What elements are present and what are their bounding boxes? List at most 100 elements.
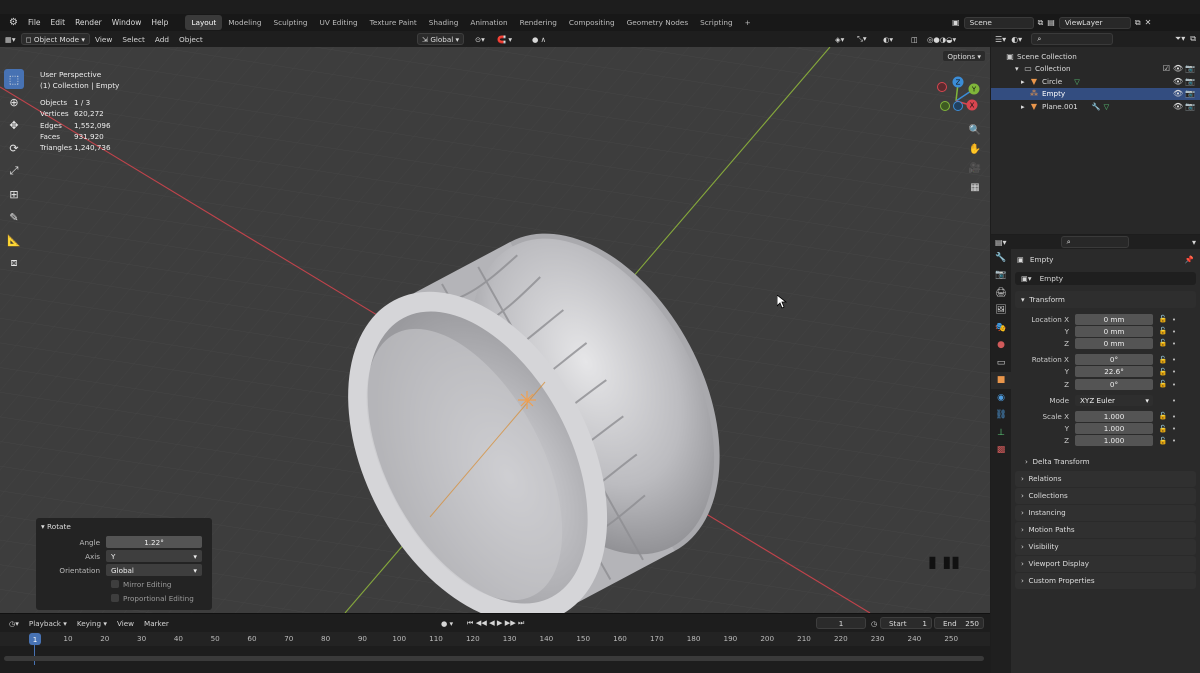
tab-compositing[interactable]: Compositing — [563, 15, 621, 30]
start-frame-field[interactable]: Start 1 — [880, 617, 932, 629]
playback-controls[interactable]: ⏮ ◀◀ ◀ ▶ ▶▶ ⏭ — [462, 618, 530, 628]
scene-field[interactable]: Scene — [963, 16, 1034, 29]
tab-geometry-nodes[interactable]: Geometry Nodes — [621, 15, 695, 30]
scale-z-field[interactable]: 1.000 — [1075, 435, 1153, 447]
rotation-x-field[interactable]: 0° — [1075, 354, 1153, 366]
tab-animation[interactable]: Animation — [464, 15, 513, 30]
keyframe-dot-icon[interactable]: • — [1170, 396, 1178, 405]
lock-icon[interactable]: 🔓 — [1156, 315, 1170, 323]
mesh-data-icon[interactable]: ▽ — [1104, 102, 1110, 111]
scene-collection-row[interactable]: ▣ Scene Collection — [991, 50, 1200, 63]
expand-icon[interactable]: ▾ — [1015, 64, 1023, 73]
location-z-field[interactable]: 0 mm — [1075, 337, 1153, 349]
measure-tool-icon[interactable]: 📐 — [4, 230, 24, 250]
outliner-item[interactable]: ⁂ Empty 👁 📷 — [991, 87, 1200, 100]
keyframe-dot-icon[interactable]: • — [1170, 367, 1178, 376]
tab-shading[interactable]: Shading — [423, 15, 465, 30]
select-box-tool-icon[interactable]: ⬚ — [4, 69, 24, 89]
object-name-field[interactable]: ▣▾ Empty — [1015, 272, 1196, 285]
tab-texture-paint[interactable]: Texture Paint — [364, 15, 423, 30]
rotation-y-field[interactable]: 22.6° — [1075, 366, 1153, 378]
zoom-icon[interactable]: 🔍 — [966, 121, 984, 139]
xray-icon[interactable]: ◫ — [906, 35, 923, 44]
scene-icon[interactable]: ▣ — [952, 18, 960, 27]
snap-icon[interactable]: 🧲 ▾ — [492, 35, 517, 44]
options-dropdown[interactable]: Options ▾ — [942, 50, 986, 62]
proportional-editing-checkbox[interactable]: Proportional Editing — [36, 591, 212, 605]
filter-icon[interactable]: ⏷▾ — [1175, 34, 1185, 44]
render-tab-icon[interactable]: 📷 — [991, 267, 1011, 285]
tab-uv-editing[interactable]: UV Editing — [314, 15, 364, 30]
pivot-icon[interactable]: ⊙▾ — [470, 35, 490, 44]
pin-icon[interactable]: 📌 — [1185, 255, 1200, 264]
lock-icon[interactable]: 🔓 — [1156, 368, 1170, 376]
outliner-item[interactable]: ▸ ▼ Circle ▽ 👁 📷 — [991, 75, 1200, 88]
lock-icon[interactable]: 🔓 — [1156, 437, 1170, 445]
properties-options-icon[interactable]: ▾ — [1192, 238, 1196, 247]
cursor-tool-icon[interactable]: ⊕ — [4, 92, 24, 112]
axis-dropdown[interactable]: Y ▾ — [106, 550, 202, 562]
end-frame-field[interactable]: End 250 — [934, 617, 984, 629]
keyframe-dot-icon[interactable]: • — [1170, 412, 1178, 421]
timeline-editor-type-icon[interactable]: ◷▾ — [4, 619, 24, 628]
current-frame-marker[interactable]: 1 — [29, 633, 41, 645]
gizmo-toggle-icon[interactable]: ⤡▾ — [852, 34, 872, 44]
camera-icon[interactable]: 📷 — [1185, 64, 1195, 73]
outliner-item[interactable]: ▸ ▼ Plane.001 🔧 ▽ 👁 📷 — [991, 100, 1200, 113]
eye-icon[interactable]: 👁 — [1173, 102, 1183, 111]
orientation-dropdown[interactable]: ⇲ Global ▾ — [417, 33, 465, 45]
keyframe-dot-icon[interactable]: • — [1170, 339, 1178, 348]
menu-window[interactable]: Window — [107, 18, 147, 27]
eye-icon[interactable]: 👁 — [1173, 77, 1183, 86]
collection-tab-icon[interactable]: ▭ — [991, 354, 1011, 372]
menu-playback[interactable]: Playback ▾ — [24, 619, 72, 628]
output-tab-icon[interactable]: 🖨 — [991, 284, 1011, 302]
constraints-tab-icon[interactable]: ⛓ — [991, 407, 1011, 425]
exclude-checkbox-icon[interactable]: ☑ — [1163, 64, 1170, 73]
object-mode-dropdown[interactable]: ◻ Object Mode ▾ — [20, 33, 91, 45]
expand-icon[interactable]: ▸ — [1021, 102, 1029, 111]
texture-tab-icon[interactable]: ▩ — [991, 442, 1011, 460]
annotate-tool-icon[interactable]: ✎ — [4, 207, 24, 227]
location-y-field[interactable]: 0 mm — [1075, 325, 1153, 337]
collection-row[interactable]: ▾ ▭ Collection ☑ 👁 📷 — [991, 63, 1200, 76]
view-layer-tab-icon[interactable]: 🖼 — [991, 302, 1011, 320]
playhead[interactable] — [34, 645, 35, 665]
display-mode-icon[interactable]: ◐▾ — [1011, 35, 1022, 44]
lock-icon[interactable]: 🔓 — [1156, 380, 1170, 388]
new-view-layer-icon[interactable]: ⧉ — [1135, 18, 1141, 28]
world-tab-icon[interactable]: ● — [991, 337, 1011, 355]
view-layer-icon[interactable]: ▤ — [1047, 18, 1055, 27]
keyframe-dot-icon[interactable]: • — [1170, 315, 1178, 324]
eye-icon[interactable]: 👁 — [1173, 64, 1183, 73]
visibility-panel[interactable]: › Visibility — [1015, 538, 1196, 555]
scale-y-field[interactable]: 1.000 — [1075, 423, 1153, 435]
keyframe-dot-icon[interactable]: • — [1170, 355, 1178, 364]
redo-panel-header[interactable]: ▾ Rotate — [36, 518, 212, 535]
rotate-tool-icon[interactable]: ⟳ — [4, 138, 24, 158]
menu-help[interactable]: Help — [146, 18, 173, 27]
transform-tool-icon[interactable]: ⊞ — [4, 184, 24, 204]
physics-tab-icon[interactable]: ◉ — [991, 389, 1011, 407]
tool-tab-icon[interactable]: 🔧 — [991, 249, 1011, 267]
tab-scripting[interactable]: Scripting — [694, 15, 738, 30]
scene-tab-icon[interactable]: 🎭 — [991, 319, 1011, 337]
custom-properties-panel[interactable]: › Custom Properties — [1015, 572, 1196, 589]
camera-icon[interactable]: 📷 — [1185, 77, 1195, 86]
viewport-display-panel[interactable]: › Viewport Display — [1015, 555, 1196, 572]
add-cube-tool-icon[interactable]: ⧈ — [4, 253, 24, 273]
lock-icon[interactable]: 🔓 — [1156, 356, 1170, 364]
menu-keying[interactable]: Keying ▾ — [72, 619, 112, 628]
rotation-z-field[interactable]: 0° — [1075, 378, 1153, 390]
relations-panel[interactable]: › Relations — [1015, 470, 1196, 487]
menu-timeline-view[interactable]: View — [112, 619, 139, 628]
tab-rendering[interactable]: Rendering — [514, 15, 563, 30]
object-data-tab-icon[interactable]: ⊥ — [991, 424, 1011, 442]
remove-view-layer-icon[interactable]: ✕ — [1145, 18, 1152, 27]
scale-tool-icon[interactable]: ⤢ — [4, 161, 24, 181]
add-workspace-button[interactable]: + — [739, 15, 757, 30]
eye-icon[interactable]: 👁 — [1173, 89, 1183, 98]
menu-file[interactable]: File — [23, 18, 46, 27]
proportional-icon[interactable]: ● ∧ — [527, 35, 551, 44]
pan-hand-icon[interactable]: ✋ — [966, 140, 984, 158]
